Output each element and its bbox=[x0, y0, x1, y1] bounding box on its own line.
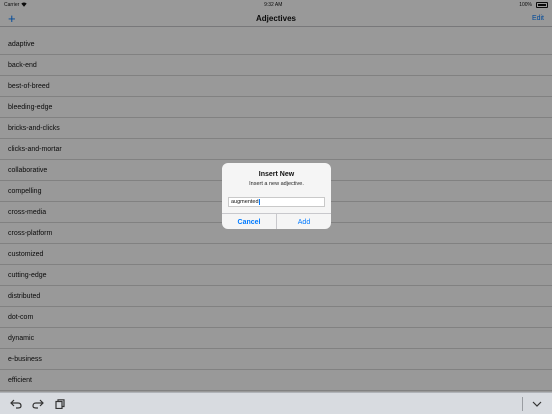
insert-new-dialog: Insert New Insert a new adjective. augme… bbox=[222, 163, 331, 229]
adjective-input[interactable]: augmented bbox=[228, 197, 325, 207]
dialog-buttons: Cancel Add bbox=[222, 213, 331, 229]
add-confirm-button[interactable]: Add bbox=[277, 214, 331, 229]
dialog-message: Insert a new adjective. bbox=[249, 181, 304, 187]
chevron-down-icon[interactable] bbox=[530, 397, 544, 411]
adjective-input-value: augmented bbox=[231, 199, 259, 205]
redo-icon[interactable] bbox=[31, 397, 45, 411]
text-cursor bbox=[259, 198, 260, 205]
cancel-button[interactable]: Cancel bbox=[222, 214, 277, 229]
dialog-title: Insert New bbox=[258, 171, 295, 178]
keyboard-shortcut-bar bbox=[0, 392, 552, 414]
paste-icon[interactable] bbox=[53, 397, 67, 411]
undo-icon[interactable] bbox=[9, 397, 23, 411]
toolbar-divider bbox=[522, 397, 523, 411]
